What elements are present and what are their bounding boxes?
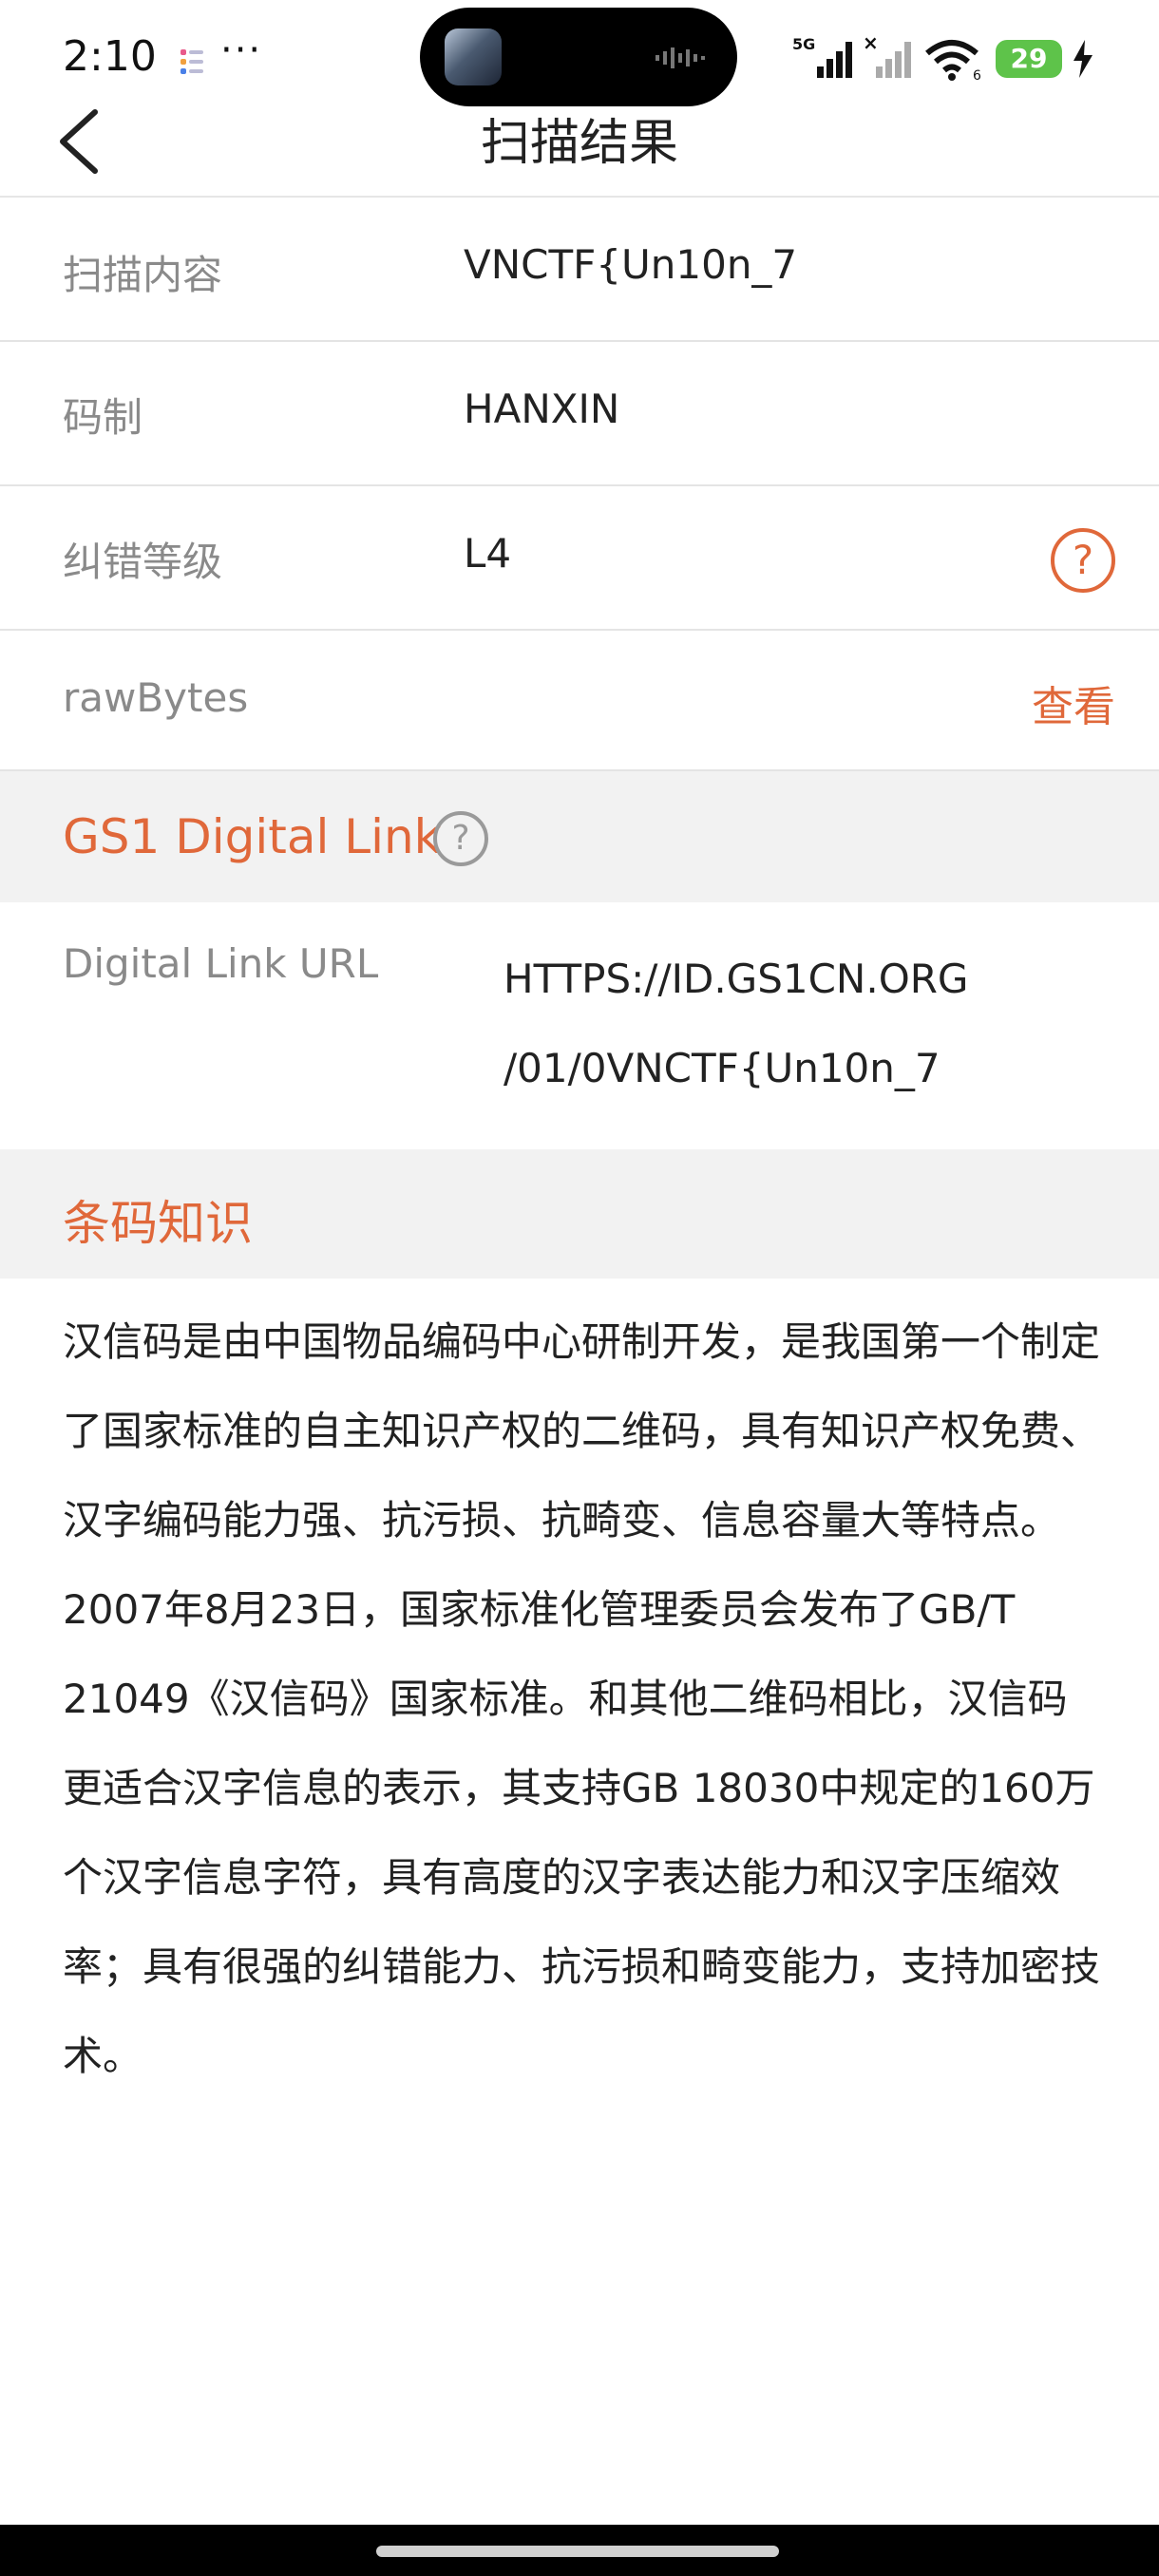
status-time: 2:10 <box>63 32 157 81</box>
row-symbology: 码制 HANXIN <box>0 342 1159 486</box>
view-rawbytes-button[interactable]: 查看 <box>1032 672 1115 733</box>
section-barcode-knowledge: 条码知识 <box>0 1149 1159 1279</box>
home-indicator[interactable] <box>376 2546 779 2557</box>
error-correction-value: L4 <box>464 530 512 577</box>
row-error-correction: 纠错等级 L4 ? <box>0 486 1159 631</box>
battery-indicator: 29 <box>996 40 1062 78</box>
digital-link-url-value[interactable]: HTTPS://ID.GS1CN.ORG /01/0VNCTF{Un10n_7 <box>504 935 968 1113</box>
row-rawbytes: rawBytes 查看 <box>0 631 1159 771</box>
svg-text:5G: 5G <box>792 35 815 53</box>
row-label: 扫描内容 <box>63 252 223 298</box>
row-label: 纠错等级 <box>63 539 223 585</box>
nav-bar: 扫描结果 <box>0 87 1159 198</box>
digital-link-url-label: Digital Link URL <box>63 940 379 987</box>
section-title-knowledge: 条码知识 <box>63 1196 253 1251</box>
battery-level: 29 <box>1010 43 1048 74</box>
svg-text:×: × <box>863 34 879 54</box>
wifi-icon: 6 <box>925 40 981 82</box>
gs1-help-icon[interactable]: ? <box>433 811 488 866</box>
scan-content-value[interactable]: VNCTF{Un10n_7 <box>464 241 797 288</box>
digital-link-url-line1: HTTPS://ID.GS1CN.ORG <box>504 956 969 1002</box>
row-label: 码制 <box>63 394 143 441</box>
digital-link-url-line2: /01/0VNCTF{Un10n_7 <box>504 1045 940 1091</box>
barcode-knowledge-text: 汉信码是由中国物品编码中心研制开发，是我国第一个制定了国家标准的自主知识产权的二… <box>63 1318 1101 2079</box>
symbology-value: HANXIN <box>464 386 620 432</box>
audio-wave-icon <box>656 47 705 68</box>
notification-app-icon <box>180 49 203 74</box>
signal-no-service-icon: × <box>863 34 911 78</box>
error-correction-help-icon[interactable]: ? <box>1051 528 1115 593</box>
gesture-bar <box>0 2525 1159 2576</box>
charging-icon <box>1074 40 1092 78</box>
signal-5g-icon: 5G <box>792 35 852 78</box>
row-label: rawBytes <box>63 674 249 721</box>
section-title-gs1: GS1 Digital Link <box>63 809 442 864</box>
row-scan-content: 扫描内容 VNCTF{Un10n_7 <box>0 198 1159 342</box>
section-gs1-digital-link: GS1 Digital Link ? <box>0 771 1159 902</box>
svg-text:6: 6 <box>973 68 981 82</box>
page-title: 扫描结果 <box>480 115 678 172</box>
more-notifications-icon: ··· <box>220 28 263 72</box>
media-thumbnail <box>445 28 502 85</box>
